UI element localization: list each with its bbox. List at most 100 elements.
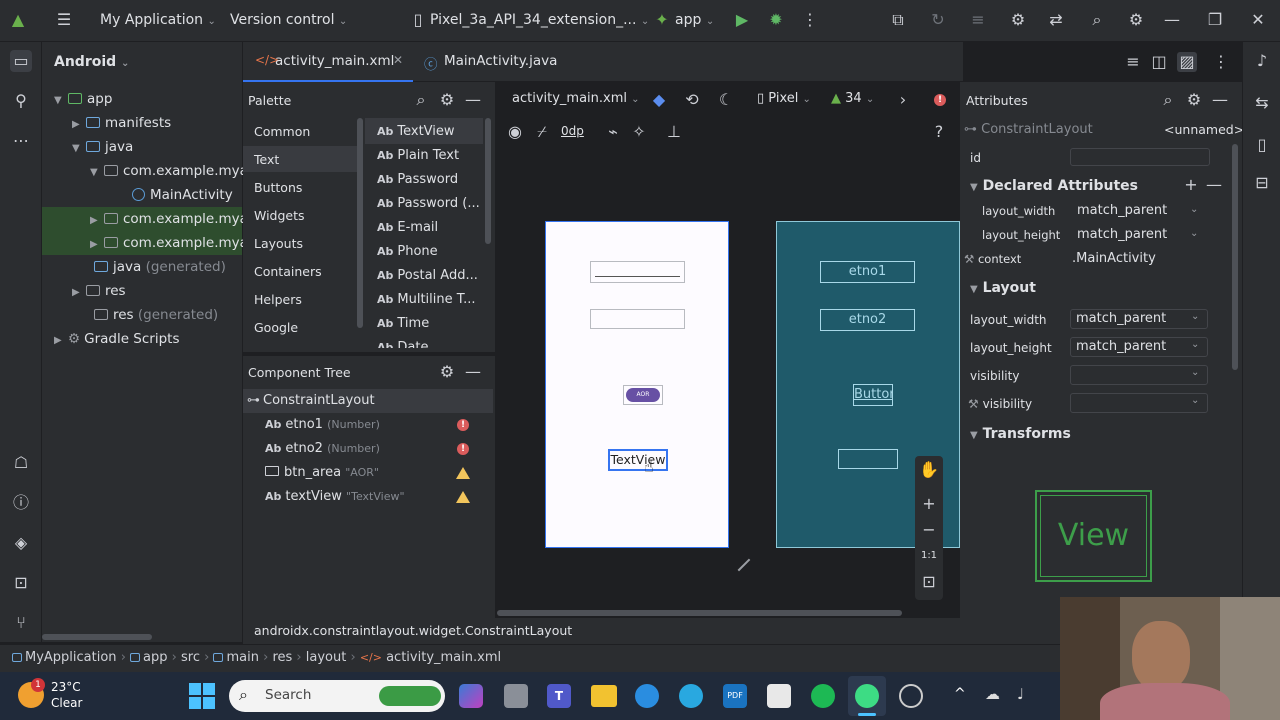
pdf-app-icon[interactable]: PDF — [723, 684, 747, 708]
minimize-panel-icon[interactable]: — — [1210, 90, 1230, 110]
tree-item-etno1[interactable]: Ab etno1 (Number) — [265, 417, 380, 432]
problems-icon[interactable]: ⓘ — [10, 492, 32, 514]
device-manager-icon[interactable]: ▯ — [1251, 134, 1273, 156]
chevron-down-icon[interactable]: ⌄ — [1190, 228, 1198, 239]
api-picker[interactable]: ▲ 34 ⌄ — [831, 91, 874, 106]
palette-category[interactable]: Helpers — [254, 292, 302, 307]
attr-value[interactable]: match_parent — [1077, 203, 1167, 218]
warning-icon[interactable] — [456, 467, 470, 479]
windows-start-icon[interactable] — [189, 683, 215, 709]
git-icon[interactable]: ⑂ — [10, 612, 32, 634]
tools-visibility-dropdown[interactable]: ⌄ — [1070, 393, 1208, 413]
category-scrollbar[interactable] — [357, 118, 363, 328]
guidelines-icon[interactable]: ⊥ — [664, 122, 684, 142]
breadcrumb-item[interactable]: activity_main.xml — [386, 650, 501, 665]
weather-condition[interactable]: Clear — [51, 696, 82, 710]
preview-textview-selected[interactable]: TextView — [608, 449, 668, 471]
tree-item-res-generated[interactable]: res (generated) — [94, 303, 242, 327]
pan-hand-icon[interactable]: ✋ — [919, 460, 939, 480]
palette-category[interactable]: Buttons — [254, 180, 302, 195]
device-picker[interactable]: ▯ Pixel ⌄ — [757, 91, 811, 106]
close-icon[interactable]: ✕ — [1248, 10, 1268, 30]
palette-item[interactable]: Ab Date — [377, 340, 428, 348]
error-icon[interactable]: ! — [457, 443, 469, 455]
breadcrumb-item[interactable]: app — [143, 650, 167, 665]
device-selector[interactable]: Pixel_3a_API_34_extension_... ⌄ — [430, 12, 649, 28]
tree-item-package[interactable]: ▼ com.example.mya — [90, 159, 248, 183]
horizontal-scrollbar[interactable] — [42, 634, 152, 640]
warning-icon[interactable] — [456, 491, 470, 503]
gradle-sync-icon[interactable]: ⇄ — [1046, 10, 1066, 30]
vcs-selector[interactable]: Version control ⌄ — [230, 12, 347, 28]
minimize-panel-icon[interactable]: — — [463, 362, 483, 382]
tree-item-etno2[interactable]: Ab etno2 (Number) — [265, 441, 380, 456]
blueprint-etno2[interactable]: etno2 — [820, 309, 915, 331]
running-devices-icon[interactable]: ⊟ — [1251, 172, 1273, 194]
palette-item[interactable]: Ab Phone — [377, 244, 438, 259]
palette-item[interactable]: Ab E-mail — [377, 220, 438, 235]
palette-item[interactable]: Ab Postal Add... — [377, 268, 478, 283]
tree-root-constraintlayout[interactable]: ⊶ ConstraintLayout — [247, 393, 375, 408]
store-icon[interactable] — [767, 684, 791, 708]
show-hidden-icons-chevron[interactable]: ^ — [954, 686, 966, 702]
chevron-down-icon[interactable]: ⌄ — [1190, 204, 1198, 215]
settings-gear-icon[interactable]: ⚙ — [1184, 90, 1204, 110]
search-icon[interactable]: ⌕ — [1158, 90, 1178, 110]
palette-category[interactable]: Common — [254, 124, 310, 139]
clear-constraints-icon[interactable]: ⌁ — [603, 122, 623, 142]
zoom-out-icon[interactable]: − — [919, 520, 939, 540]
palette-category[interactable]: Widgets — [254, 208, 305, 223]
app-quality-icon[interactable]: ◈ — [10, 532, 32, 554]
tree-item-java-generated[interactable]: java (generated) — [94, 255, 242, 279]
preview-etno1[interactable] — [590, 261, 685, 283]
chevron-right-icon[interactable]: › — [893, 90, 913, 110]
blueprint-button[interactable]: Button — [853, 384, 893, 406]
palette-category[interactable]: Text — [254, 152, 279, 167]
error-icon[interactable]: ! — [457, 419, 469, 431]
design-view-icon[interactable]: ▨ — [1177, 52, 1197, 72]
search-icon[interactable]: ⌕ — [411, 90, 431, 110]
zoom-actual-size[interactable]: 1:1 — [919, 550, 939, 561]
tab-activity-main[interactable]: </> activity_main.xml ✕ — [243, 42, 413, 82]
notifications-bell-icon[interactable]: ♪ — [1251, 50, 1273, 72]
design-blueprint-toggle-icon[interactable]: ◆ — [649, 90, 669, 110]
teams-icon[interactable]: T — [547, 684, 571, 708]
search-icon[interactable]: ⌕ — [1087, 10, 1107, 30]
weather-temperature[interactable]: 23°C — [51, 680, 81, 694]
project-view-selector[interactable]: Android ⌄ — [54, 54, 129, 70]
sync-icon[interactable]: ≡ — [968, 10, 988, 30]
more-tools-icon[interactable]: ⋯ — [10, 130, 32, 152]
zoom-fit-icon[interactable]: ⊡ — [919, 572, 939, 592]
main-menu-icon[interactable]: ☰ — [54, 10, 74, 30]
attributes-scrollbar[interactable] — [1232, 144, 1238, 370]
edge-browser-icon[interactable] — [635, 684, 659, 708]
infer-constraints-icon[interactable]: ✧ — [629, 122, 649, 142]
view-options-eye-icon[interactable]: ◉ — [505, 122, 525, 142]
settings-gear-icon[interactable]: ⚙ — [437, 362, 457, 382]
remove-attribute-icon[interactable]: — — [1204, 175, 1224, 195]
more-vertical-icon[interactable]: ⋮ — [800, 10, 820, 30]
declared-attributes-header[interactable]: ▼ Declared Attributes — [970, 178, 1138, 194]
tree-item-res[interactable]: ▶ res — [72, 279, 242, 303]
transforms-section-header[interactable]: ▼ Transforms — [970, 426, 1071, 442]
help-icon[interactable]: ? — [929, 122, 949, 142]
palette-scrollbar[interactable] — [485, 118, 491, 244]
attr-value[interactable]: .MainActivity — [1072, 251, 1156, 266]
id-input[interactable] — [1070, 148, 1210, 166]
blueprint-textview[interactable] — [838, 449, 898, 469]
code-view-icon[interactable]: ≡ — [1123, 52, 1143, 72]
device-manager-icon[interactable]: ⧉ — [888, 10, 908, 30]
close-tab-icon[interactable]: ✕ — [393, 53, 403, 67]
task-view-icon[interactable] — [504, 684, 528, 708]
tree-item-package[interactable]: ▶ com.example.mya — [42, 207, 248, 231]
chrome-icon[interactable] — [899, 684, 923, 708]
gradle-tool-icon[interactable]: ⇆ — [1251, 92, 1273, 114]
breadcrumb-item[interactable]: res — [272, 650, 292, 665]
zoom-in-icon[interactable]: + — [919, 494, 939, 514]
sdk-manager-icon[interactable]: ⚙ — [1008, 10, 1028, 30]
settings-app-icon[interactable] — [679, 684, 703, 708]
run-config-selector[interactable]: app ⌄ — [675, 12, 714, 28]
logcat-icon[interactable]: ☖ — [10, 452, 32, 474]
palette-item[interactable]: Ab Password — [377, 172, 458, 187]
copilot-icon[interactable] — [459, 684, 483, 708]
